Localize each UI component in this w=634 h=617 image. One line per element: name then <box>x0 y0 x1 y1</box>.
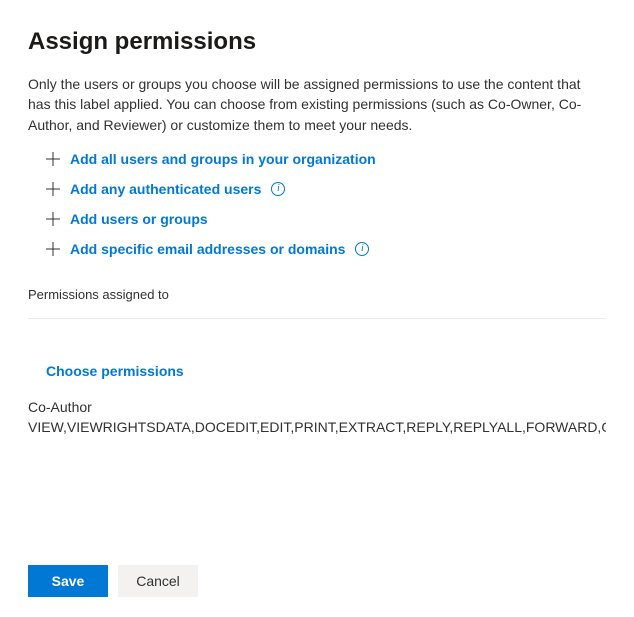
add-users-groups-label: Add users or groups <box>70 211 208 227</box>
add-users-groups-action[interactable]: Add users or groups <box>46 211 606 227</box>
info-icon[interactable]: i <box>355 242 369 256</box>
permissions-section-header: Permissions assigned to <box>28 287 606 319</box>
add-specific-label: Add specific email addresses or domains <box>70 241 345 257</box>
add-specific-action[interactable]: Add specific email addresses or domains … <box>46 241 606 257</box>
page-title: Assign permissions <box>28 28 606 56</box>
page-description: Only the users or groups you choose will… <box>28 74 606 135</box>
plus-icon <box>46 212 60 226</box>
add-all-users-action[interactable]: Add all users and groups in your organiz… <box>46 151 606 167</box>
plus-icon <box>46 182 60 196</box>
plus-icon <box>46 242 60 256</box>
permission-name: Co-Author <box>28 399 606 415</box>
permission-rights: VIEW,VIEWRIGHTSDATA,DOCEDIT,EDIT,PRINT,E… <box>28 419 606 435</box>
info-icon[interactable]: i <box>271 182 285 196</box>
button-bar: Save Cancel <box>28 565 606 597</box>
add-all-users-label: Add all users and groups in your organiz… <box>70 151 376 167</box>
cancel-button[interactable]: Cancel <box>118 565 198 597</box>
add-authenticated-users-action[interactable]: Add any authenticated users i <box>46 181 606 197</box>
choose-permissions-link[interactable]: Choose permissions <box>28 363 184 379</box>
add-authenticated-users-label: Add any authenticated users <box>70 181 261 197</box>
save-button[interactable]: Save <box>28 565 108 597</box>
plus-icon <box>46 152 60 166</box>
add-actions-list: Add all users and groups in your organiz… <box>28 151 606 257</box>
